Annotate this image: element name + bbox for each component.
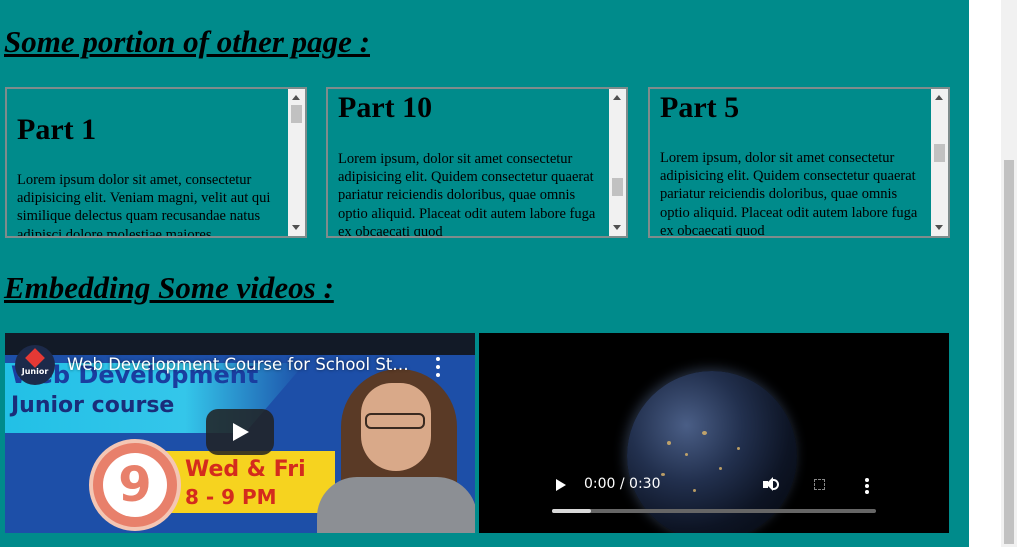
- thumbnail-time: 8 - 9 PM: [185, 485, 277, 509]
- part-title: Part 5: [660, 91, 740, 124]
- volume-icon[interactable]: [763, 477, 781, 493]
- progress-fill: [552, 509, 591, 513]
- youtube-play-button[interactable]: [206, 409, 274, 455]
- part-text: Lorem ipsum dolor sit amet, consectetur …: [17, 172, 271, 236]
- progress-bar[interactable]: [552, 509, 876, 513]
- channel-logo-text: Junior: [21, 367, 49, 376]
- part-content: Part 10 Lorem ipsum, dolor sit amet cons…: [336, 89, 606, 236]
- page-gutter: [969, 0, 1001, 547]
- presenter-glasses: [365, 413, 425, 429]
- part-text: Lorem ipsum, dolor sit amet consectetur …: [338, 151, 596, 236]
- scroll-down-arrow-icon[interactable]: [292, 225, 300, 230]
- part-box-10[interactable]: Part 10 Lorem ipsum, dolor sit amet cons…: [326, 87, 628, 238]
- channel-logo-icon: [25, 348, 45, 368]
- scroll-thumb[interactable]: [612, 177, 623, 196]
- fullscreen-icon: [814, 479, 825, 490]
- play-icon[interactable]: [556, 479, 566, 491]
- scroll-down-arrow-icon[interactable]: [935, 225, 943, 230]
- scroll-thumb[interactable]: [934, 143, 945, 162]
- video-player[interactable]: 0:00 / 0:30: [479, 333, 949, 533]
- part-scrollbar[interactable]: [931, 89, 948, 236]
- part-scrollbar[interactable]: [609, 89, 626, 236]
- page-content: Some portion of other page : Part 1 Lore…: [0, 0, 969, 547]
- scroll-thumb[interactable]: [291, 105, 302, 123]
- thumbnail-days: Wed & Fri: [185, 457, 306, 482]
- scroll-up-arrow-icon[interactable]: [292, 95, 300, 100]
- part-title: Part 1: [17, 113, 97, 146]
- part-scrollbar[interactable]: [288, 89, 305, 236]
- play-icon: [233, 423, 249, 441]
- presenter-shirt: [317, 477, 475, 533]
- part-text: Lorem ipsum, dolor sit amet consectetur …: [660, 150, 918, 236]
- thumbnail-top-strip: [5, 333, 475, 355]
- scroll-up-arrow-icon[interactable]: [613, 95, 621, 100]
- youtube-embed[interactable]: Web Development Junior course 9 Wed & Fr…: [5, 333, 475, 533]
- part-title: Part 10: [338, 91, 433, 124]
- thumbnail-number: 9: [103, 453, 167, 517]
- thumbnail-number-badge: 9: [89, 439, 181, 531]
- scroll-up-arrow-icon[interactable]: [935, 95, 943, 100]
- video-title[interactable]: Web Development Course for School Studen…: [67, 355, 419, 374]
- presenter-image: [317, 369, 475, 533]
- page-scrollbar[interactable]: [1001, 0, 1017, 547]
- page-scroll-thumb[interactable]: [1004, 160, 1014, 544]
- section-heading-other-page: Some portion of other page :: [4, 24, 370, 59]
- channel-logo[interactable]: Junior: [15, 345, 55, 385]
- thumbnail-subheadline: Junior course: [11, 393, 175, 418]
- time-display: 0:00 / 0:30: [584, 476, 661, 492]
- part-box-1[interactable]: Part 1 Lorem ipsum dolor sit amet, conse…: [5, 87, 307, 238]
- section-heading-videos: Embedding Some videos :: [4, 270, 334, 305]
- part-box-5[interactable]: Part 5 Lorem ipsum, dolor sit amet conse…: [648, 87, 950, 238]
- scroll-down-arrow-icon[interactable]: [613, 225, 621, 230]
- part-content: Part 5 Lorem ipsum, dolor sit amet conse…: [658, 89, 928, 236]
- part-content: Part 1 Lorem ipsum dolor sit amet, conse…: [15, 89, 285, 236]
- more-options-icon[interactable]: [865, 478, 869, 494]
- more-options-icon[interactable]: [433, 357, 443, 377]
